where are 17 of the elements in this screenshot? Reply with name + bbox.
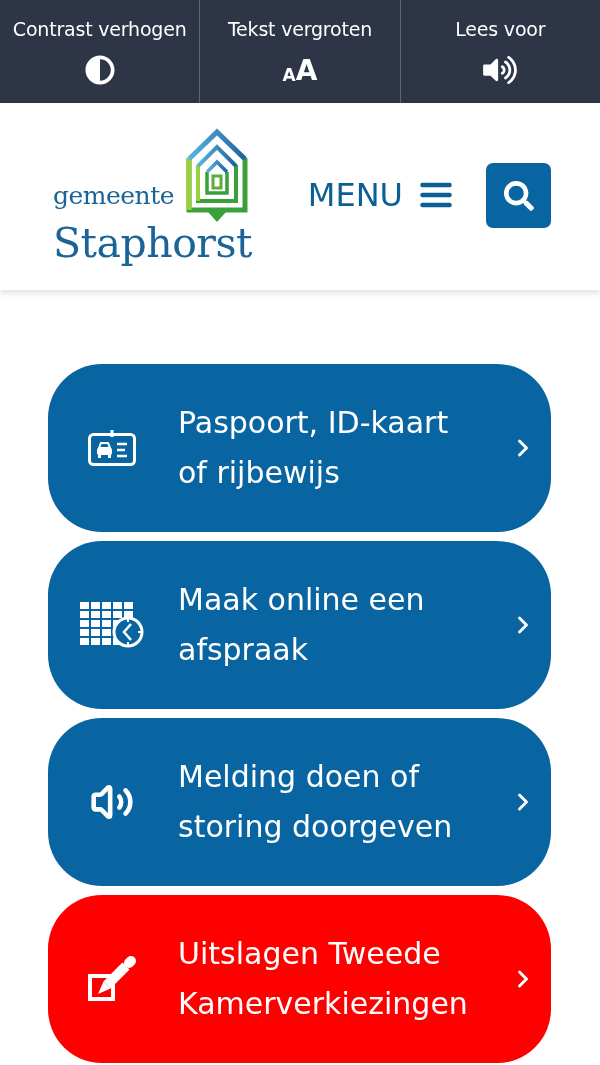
service-tile[interactable]: Uitslagen Tweede Kamerverkiezingen <box>48 895 551 1063</box>
menu-button[interactable]: MENU <box>307 174 452 215</box>
logo-title: Staphorst <box>53 221 252 265</box>
pencil-checkbox-icon <box>87 955 137 1003</box>
service-tile[interactable]: Maak online een afspraak <box>48 541 551 709</box>
text-size-icon: AA <box>282 58 318 82</box>
service-tile[interactable]: Melding doen of storing doorgeven <box>48 718 551 886</box>
logo-icon <box>186 128 249 223</box>
menu-icon <box>420 181 452 208</box>
search-icon <box>503 180 534 211</box>
logo-subtitle: gemeente <box>53 181 175 211</box>
contrast-icon <box>84 55 115 85</box>
toolbar-button[interactable]: Contrast verhogen <box>0 0 200 103</box>
search-button[interactable] <box>486 163 551 228</box>
service-tile[interactable]: Paspoort, ID-kaart of rijbewijs <box>48 364 551 532</box>
calendar-clock-icon <box>80 602 144 648</box>
id-card-icon <box>88 430 136 466</box>
